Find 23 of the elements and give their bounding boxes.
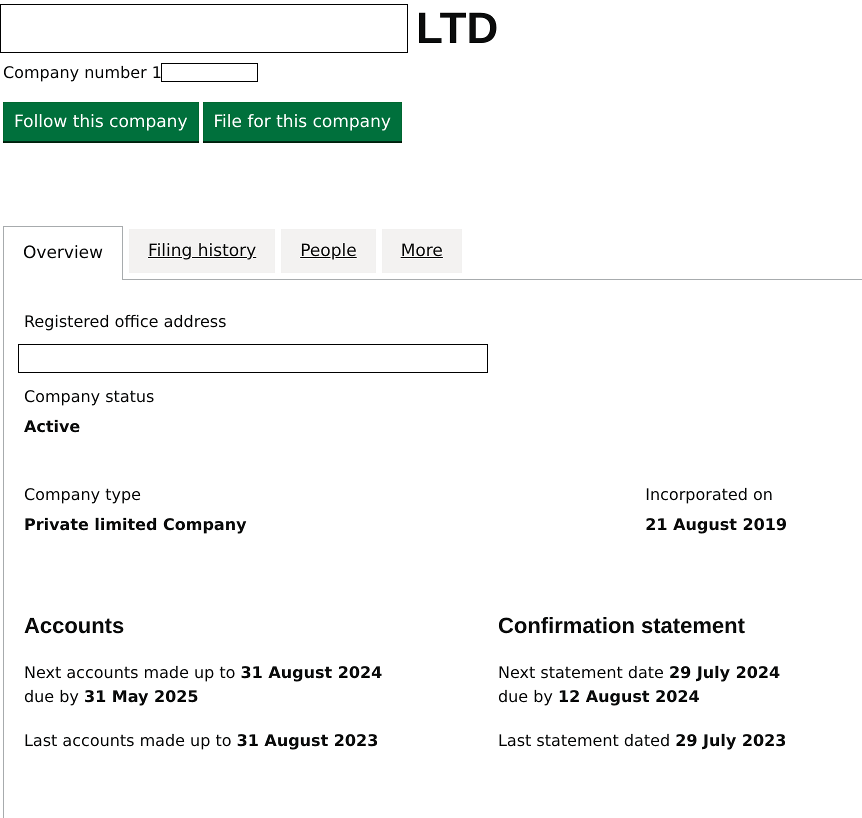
last-date-text: Last statement dated 29 July 2023: [498, 730, 786, 752]
due-date-text: due by 12 August 2024: [498, 686, 701, 708]
field-label: Company status: [24, 386, 156, 408]
last-date-text: Last accounts made up to 31 August 2023: [24, 730, 380, 752]
tab[interactable]: More: [382, 229, 462, 273]
tab[interactable]: Filing history: [129, 229, 276, 273]
tab[interactable]: People: [281, 229, 376, 273]
field-value: Private limited Company: [24, 514, 247, 536]
next-date-text: Next statement date 29 July 2024: [498, 662, 782, 684]
next-date-text: Next accounts made up to 31 August 2024: [24, 662, 384, 684]
field-value: Active: [24, 416, 82, 438]
field-label: Company type: [24, 484, 142, 506]
company-title: LTD: [416, 6, 498, 50]
field-label: Registered office address: [24, 311, 228, 333]
section-heading: Accounts: [24, 613, 126, 639]
tab[interactable]: Overview: [3, 226, 124, 280]
action-button[interactable]: Follow this company: [3, 102, 199, 141]
action-button[interactable]: File for this company: [202, 102, 402, 141]
field-value: 21 August 2019: [645, 514, 787, 536]
due-date-text: due by 31 May 2025: [24, 686, 200, 708]
company-number-label: Company number 1: [3, 63, 162, 82]
section-heading: Confirmation statement: [498, 613, 746, 639]
field-label: Incorporated on: [645, 484, 774, 506]
